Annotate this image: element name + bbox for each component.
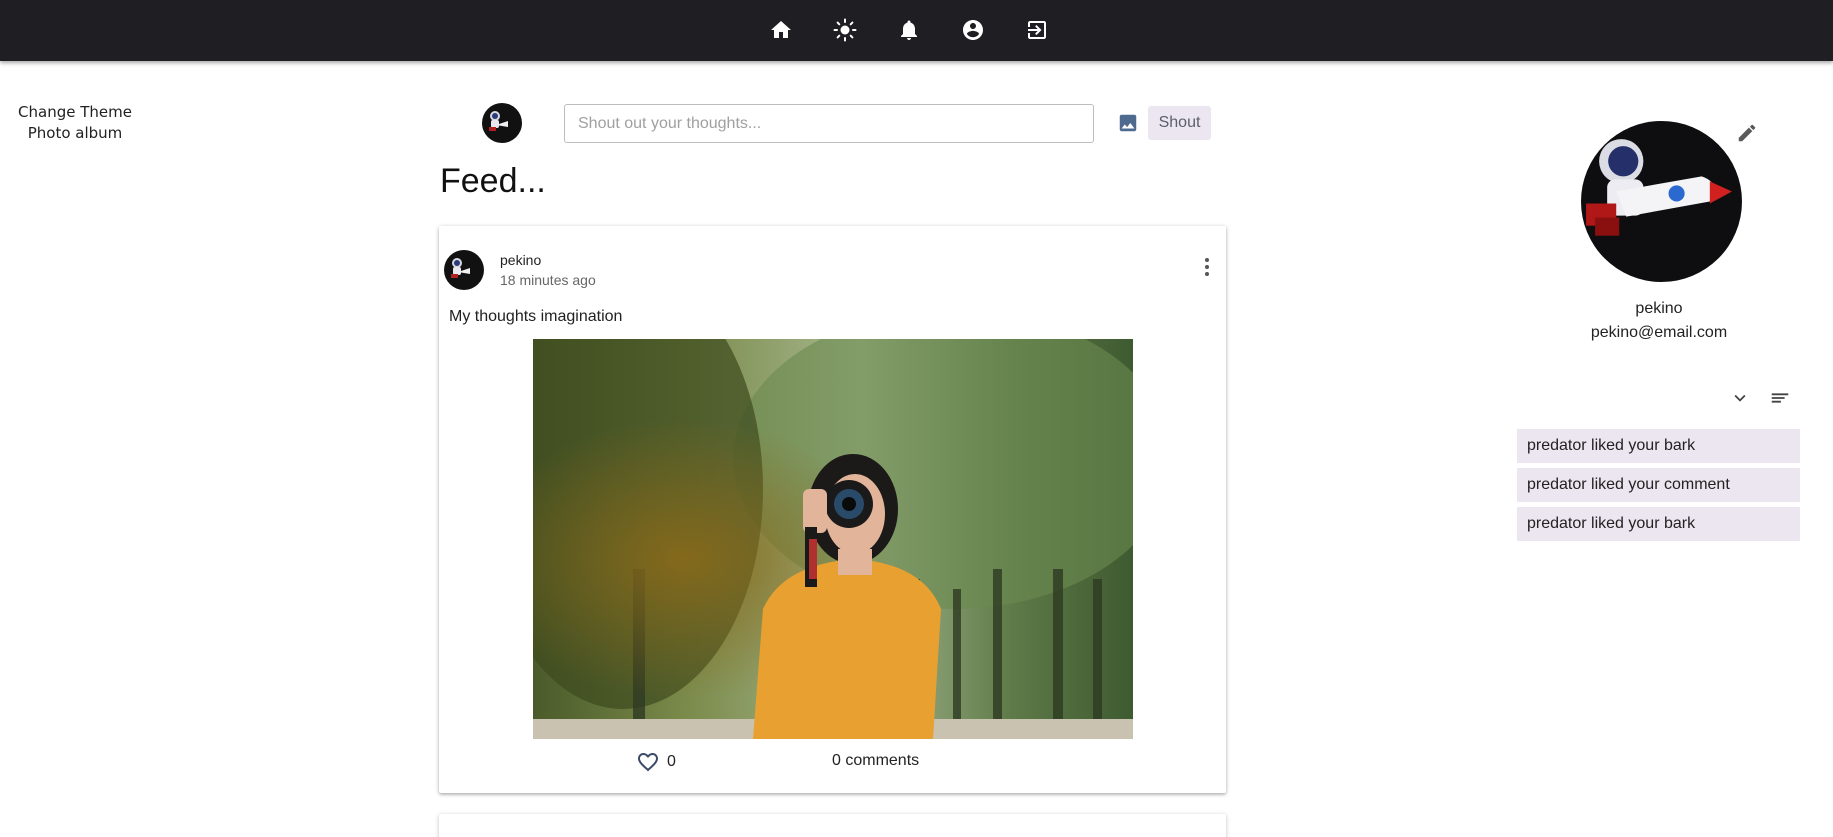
notification-item[interactable]: predator liked your comment — [1517, 468, 1800, 502]
profile-email: pekino@email.com — [1590, 324, 1728, 341]
heart-outline-icon — [638, 753, 658, 772]
post-card: pekino 18 minutes ago My thoughts imagin… — [439, 226, 1226, 793]
composer-avatar — [482, 103, 522, 143]
home-icon[interactable] — [765, 14, 797, 46]
bell-icon[interactable] — [893, 14, 925, 46]
post-author[interactable]: pekino — [500, 252, 541, 268]
post-avatar[interactable] — [444, 250, 484, 290]
like-button[interactable]: 0 — [636, 750, 676, 774]
edit-profile-icon[interactable] — [1733, 119, 1761, 147]
feed-title: Feed... — [440, 162, 546, 200]
shout-button[interactable]: Shout — [1148, 106, 1211, 140]
comments-link[interactable]: 0 comments — [832, 752, 919, 770]
post-timestamp: 18 minutes ago — [500, 272, 596, 288]
photo-album-link[interactable]: Photo album — [0, 123, 150, 144]
change-theme-link[interactable]: Change Theme — [0, 102, 150, 123]
sort-icon[interactable] — [1768, 386, 1792, 410]
notification-item[interactable]: predator liked your bark — [1517, 429, 1800, 463]
post-image — [533, 339, 1133, 739]
image-upload-icon[interactable] — [1115, 110, 1141, 136]
theme-sun-icon[interactable] — [829, 14, 861, 46]
account-circle-icon[interactable] — [957, 14, 989, 46]
like-count: 0 — [667, 753, 676, 770]
logout-icon[interactable] — [1021, 14, 1053, 46]
notification-item[interactable]: predator liked your bark — [1517, 507, 1800, 541]
left-menu: Change Theme Photo album — [0, 102, 150, 144]
shout-input[interactable] — [564, 104, 1094, 143]
profile-name: pekino — [1635, 300, 1683, 317]
next-post-card — [439, 814, 1226, 837]
more-vert-icon[interactable] — [1199, 254, 1215, 280]
post-text: My thoughts imagination — [449, 308, 623, 325]
notification-list: predator liked your bark predator liked … — [1517, 429, 1800, 546]
profile-avatar[interactable] — [1581, 121, 1742, 282]
top-navbar — [0, 0, 1833, 61]
chevron-down-icon[interactable] — [1728, 386, 1752, 410]
